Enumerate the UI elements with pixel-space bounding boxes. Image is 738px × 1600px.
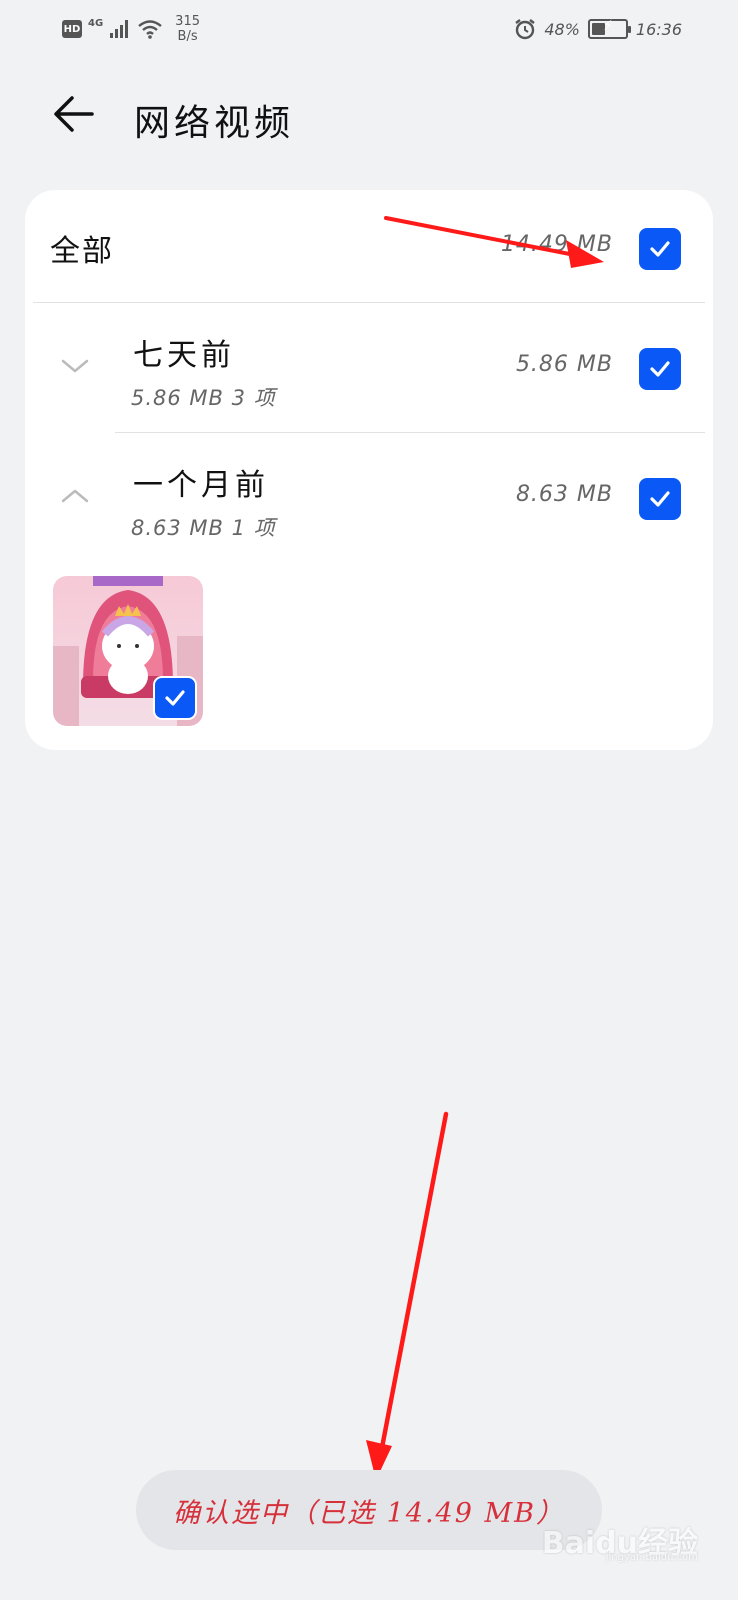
screen: HD 4G 315 B/s 48% ⚡ 16:36 网络视频 全部 14.49 …	[0, 0, 738, 1600]
group-label: 一个月前	[133, 468, 269, 503]
status-left: HD 4G 315 B/s	[62, 14, 200, 44]
checkmark-icon	[650, 361, 670, 377]
speed-value: 315	[175, 14, 200, 29]
network-speed: 315 B/s	[175, 14, 200, 44]
clock: 16:36	[635, 19, 682, 39]
total-size: 14.49 MB	[500, 232, 613, 257]
group-row-seven-days[interactable]: 七天前 5.86 MB 3 项 5.86 MB	[25, 302, 713, 432]
group-row-one-month[interactable]: 一个月前 8.63 MB 1 项 8.63 MB	[25, 432, 713, 562]
group-summary: 5.86 MB 3 项	[131, 386, 276, 410]
charging-bolt-icon: ⚡	[602, 18, 613, 34]
confirm-selection-label: 确认选中（已选 14.49 MB）	[173, 1497, 565, 1529]
signal-icon	[110, 20, 129, 38]
watermark: Baidu经验 jingyan.baidu.com	[542, 1518, 698, 1563]
back-button[interactable]	[50, 90, 98, 138]
page-title: 网络视频	[134, 103, 295, 144]
battery-charging-icon: ⚡	[587, 18, 631, 39]
hd-icon: HD	[62, 20, 82, 38]
group-size: 5.86 MB	[515, 352, 613, 377]
video-list-card: 全部 14.49 MB 七天前 5.86 MB 3 项 5.86 MB 一个月前	[25, 190, 713, 750]
network-type: 4G	[88, 17, 104, 29]
select-all-row[interactable]: 全部 14.49 MB	[25, 190, 713, 302]
checkmark-icon	[165, 690, 185, 706]
chevron-up-icon[interactable]	[59, 480, 91, 512]
status-right: 48% ⚡ 16:36	[514, 18, 682, 40]
checkmark-icon	[650, 491, 670, 507]
confirm-selection-button[interactable]: 确认选中（已选 14.49 MB）	[136, 1470, 602, 1550]
group-checkbox[interactable]	[639, 478, 681, 520]
video-thumbnail[interactable]	[53, 576, 203, 726]
annotation-arrow-bottom	[366, 1111, 449, 1480]
select-all-label: 全部	[50, 234, 114, 269]
select-all-checkbox[interactable]	[639, 228, 681, 270]
alarm-icon	[515, 19, 536, 40]
app-header: 网络视频	[0, 80, 738, 150]
group-label: 七天前	[133, 338, 235, 373]
watermark-sub: jingyan.baidu.com	[605, 1552, 698, 1563]
back-arrow-icon	[54, 96, 94, 132]
chevron-down-icon[interactable]	[59, 350, 91, 382]
status-bar: HD 4G 315 B/s 48% ⚡ 16:36	[0, 0, 738, 60]
group-summary: 8.63 MB 1 项	[131, 516, 276, 540]
battery-percent: 48%	[544, 19, 580, 39]
group-checkbox[interactable]	[639, 348, 681, 390]
thumbnail-checkbox[interactable]	[153, 676, 197, 720]
wifi-icon	[138, 20, 162, 39]
speed-unit: B/s	[177, 29, 198, 44]
group-size: 8.63 MB	[515, 482, 613, 507]
checkmark-icon	[650, 241, 670, 257]
